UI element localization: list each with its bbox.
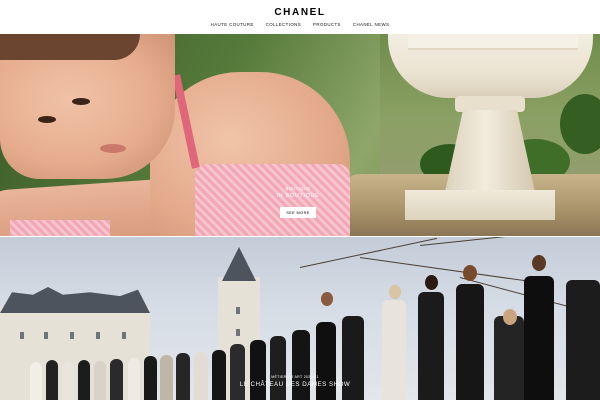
runway-model xyxy=(160,355,173,400)
runway-model xyxy=(30,362,42,400)
show-banner[interactable]: MÉTIERS D'ART 2020/21 LE CHÂTEAU DES DAM… xyxy=(0,237,600,400)
runway-model xyxy=(292,330,310,400)
chateau-window xyxy=(122,332,126,339)
stone-urn-base xyxy=(405,190,555,220)
chateau-window xyxy=(20,332,24,339)
hero-kicker: BOUTIQUE xyxy=(285,186,311,191)
model-head xyxy=(389,285,401,299)
stone-urn-neck xyxy=(455,96,525,112)
hero-caption: BOUTIQUE IN BOUTIQUE SEE MORE xyxy=(238,186,358,219)
runway-model xyxy=(128,358,140,400)
tweed-dress-edge xyxy=(10,220,110,236)
runway-model xyxy=(94,361,106,400)
model-eye xyxy=(38,116,56,123)
runway-model xyxy=(418,292,444,400)
chanel-logo[interactable]: CHANEL xyxy=(0,7,600,18)
chateau-window xyxy=(44,332,48,339)
runway-model xyxy=(270,336,286,400)
runway-model xyxy=(46,360,58,400)
runway-model xyxy=(110,359,123,400)
runway-model xyxy=(176,353,190,400)
chateau-window xyxy=(96,332,100,339)
show-title[interactable]: LE CHÂTEAU DES DAMES SHOW xyxy=(210,381,380,388)
model-lips xyxy=(100,144,126,153)
runway-model xyxy=(456,284,484,400)
nav-item-chanel-news[interactable]: CHANEL NEWS xyxy=(353,22,389,27)
model-head xyxy=(503,309,517,325)
runway-model xyxy=(194,352,208,400)
nav-item-collections[interactable]: COLLECTIONS xyxy=(266,22,301,27)
runway-model xyxy=(524,276,554,400)
main-nav: HAUTE COUTURE COLLECTIONS PRODUCTS CHANE… xyxy=(0,22,600,27)
show-kicker: MÉTIERS D'ART 2020/21 xyxy=(271,375,319,379)
runway-model xyxy=(250,340,266,400)
runway-model xyxy=(78,360,90,400)
show-caption: MÉTIERS D'ART 2020/21 LE CHÂTEAU DES DAM… xyxy=(210,375,380,388)
runway-model xyxy=(316,322,336,400)
nav-item-haute-couture[interactable]: HAUTE COUTURE xyxy=(211,22,254,27)
runway-model xyxy=(382,300,406,400)
chateau-window xyxy=(236,307,240,314)
runway-model xyxy=(230,344,245,400)
model-head xyxy=(463,265,477,281)
model-eye xyxy=(72,98,90,105)
chateau-window xyxy=(70,332,74,339)
runway-model xyxy=(494,316,524,400)
model-hair xyxy=(0,34,140,60)
model-head xyxy=(532,255,546,271)
hero-title: IN BOUTIQUE xyxy=(276,193,320,199)
see-more-button[interactable]: SEE MORE xyxy=(280,207,316,218)
runway-model xyxy=(62,362,74,400)
runway-model xyxy=(144,356,157,400)
hero-banner[interactable]: BOUTIQUE IN BOUTIQUE SEE MORE xyxy=(0,34,600,236)
stone-urn-rim xyxy=(408,34,578,50)
model-head xyxy=(321,292,333,306)
chateau-window xyxy=(236,329,240,336)
nav-item-products[interactable]: PRODUCTS xyxy=(313,22,341,27)
site-header: CHANEL HAUTE COUTURE COLLECTIONS PRODUCT… xyxy=(0,0,600,34)
runway-model xyxy=(566,280,600,400)
model-head xyxy=(425,275,438,290)
